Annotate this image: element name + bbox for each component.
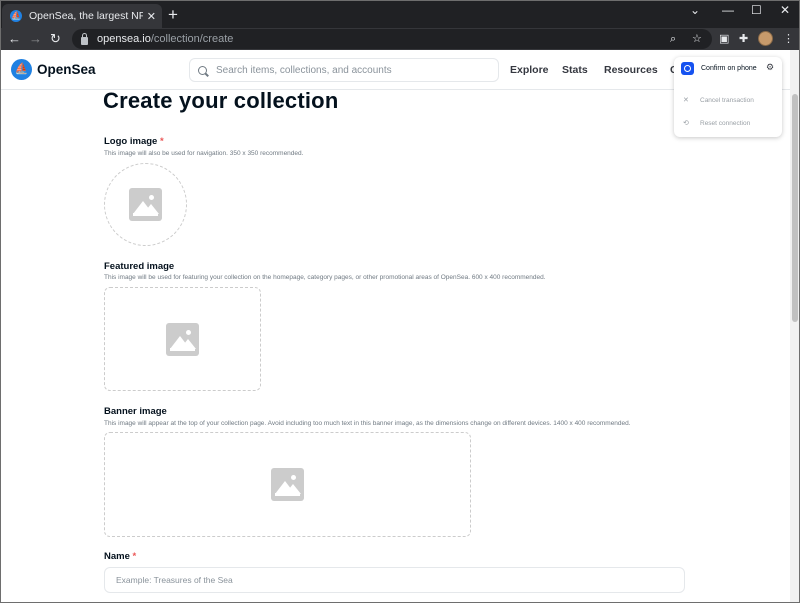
- url-path: /collection/create: [150, 33, 234, 45]
- banner-image-dropzone[interactable]: [104, 432, 471, 537]
- browser-toolbar: ← → ↻ opensea.io/collection/create ⌕ ☆ ▣…: [0, 28, 800, 50]
- minimize-button[interactable]: —: [722, 3, 734, 17]
- bookmark-star-icon[interactable]: ☆: [692, 29, 702, 49]
- cancel-transaction-item[interactable]: ✕ Cancel transaction: [674, 91, 782, 109]
- browser-tab[interactable]: ⛵ OpenSea, the largest NFT marketplace ✕: [2, 4, 162, 28]
- search-icon: [198, 65, 207, 75]
- logo-image-label-text: Logo image: [104, 136, 158, 147]
- logo-image-label: Logo image *: [104, 136, 164, 147]
- wallet-icon: [681, 61, 694, 75]
- page-scrollbar[interactable]: [790, 50, 800, 603]
- required-mark: *: [159, 136, 164, 147]
- image-placeholder-icon: [166, 322, 199, 356]
- name-input[interactable]: [104, 567, 685, 593]
- banner-image-description: This image will appear at the top of you…: [104, 420, 631, 427]
- browser-menu-icon[interactable]: ⋮: [783, 32, 794, 46]
- close-window-button[interactable]: ✕: [780, 3, 790, 17]
- page-title: Create your collection: [103, 88, 339, 113]
- tab-search-chevron-icon[interactable]: ⌄: [690, 3, 700, 17]
- featured-image-dropzone[interactable]: [104, 287, 261, 391]
- site-header: ⛵ OpenSea Explore Stats Resources C: [0, 50, 790, 90]
- required-mark: *: [132, 551, 137, 562]
- close-icon: ✕: [683, 97, 689, 104]
- extension-icon[interactable]: ▣: [719, 32, 729, 46]
- nav-stats[interactable]: Stats: [562, 64, 588, 76]
- logo-image-description: This image will also be used for navigat…: [104, 150, 304, 157]
- nav-resources[interactable]: Resources: [604, 64, 658, 76]
- opensea-favicon-icon: ⛵: [10, 10, 22, 22]
- opensea-logo-icon[interactable]: ⛵: [11, 59, 32, 80]
- maximize-button[interactable]: ☐: [751, 3, 762, 17]
- url-host: opensea.io: [97, 33, 151, 45]
- tab-title: OpenSea, the largest NFT marketplace: [29, 10, 143, 22]
- page-content: ⛵ OpenSea Explore Stats Resources C Conf…: [0, 50, 790, 603]
- featured-image-label: Featured image: [104, 261, 174, 272]
- lock-icon[interactable]: [81, 32, 88, 45]
- zoom-icon[interactable]: ⌕: [670, 29, 676, 49]
- refresh-icon: ⟲: [683, 120, 689, 127]
- banner-image-label-text: Banner image: [104, 406, 167, 417]
- image-placeholder-icon: [129, 188, 162, 221]
- reset-connection-item[interactable]: ⟲ Reset connection: [674, 114, 782, 132]
- browser-tab-bar: ⛵ OpenSea, the largest NFT marketplace ✕…: [0, 0, 800, 28]
- name-label: Name *: [104, 551, 136, 562]
- menu-item-label: Reset connection: [700, 119, 751, 127]
- new-tab-button[interactable]: +: [168, 6, 178, 24]
- search-input[interactable]: [216, 64, 486, 76]
- profile-avatar[interactable]: [758, 31, 773, 46]
- extensions-puzzle-icon[interactable]: ✚: [739, 32, 748, 46]
- back-button[interactable]: ←: [8, 31, 21, 47]
- name-label-text: Name: [104, 551, 130, 562]
- featured-image-description: This image will be used for featuring yo…: [104, 274, 546, 281]
- menu-item-label: Cancel transaction: [700, 96, 754, 104]
- logo-image-dropzone[interactable]: [104, 163, 187, 246]
- confirm-text: Confirm on phone: [701, 64, 757, 72]
- nav-explore[interactable]: Explore: [510, 64, 549, 76]
- gear-icon[interactable]: ⚙: [766, 62, 774, 73]
- logo-text[interactable]: OpenSea: [37, 62, 96, 77]
- forward-button[interactable]: →: [29, 31, 42, 47]
- banner-image-label: Banner image: [104, 406, 167, 417]
- tab-close-icon[interactable]: ✕: [147, 10, 156, 23]
- wallet-popup: Confirm on phone ⚙ ✕ Cancel transaction …: [674, 57, 782, 137]
- reload-button[interactable]: ↻: [50, 31, 61, 47]
- search-bar[interactable]: [189, 58, 499, 82]
- scrollbar-thumb[interactable]: [792, 94, 798, 322]
- image-placeholder-icon: [271, 468, 304, 501]
- address-bar[interactable]: opensea.io/collection/create ⌕ ☆: [72, 29, 712, 49]
- featured-image-label-text: Featured image: [104, 261, 175, 272]
